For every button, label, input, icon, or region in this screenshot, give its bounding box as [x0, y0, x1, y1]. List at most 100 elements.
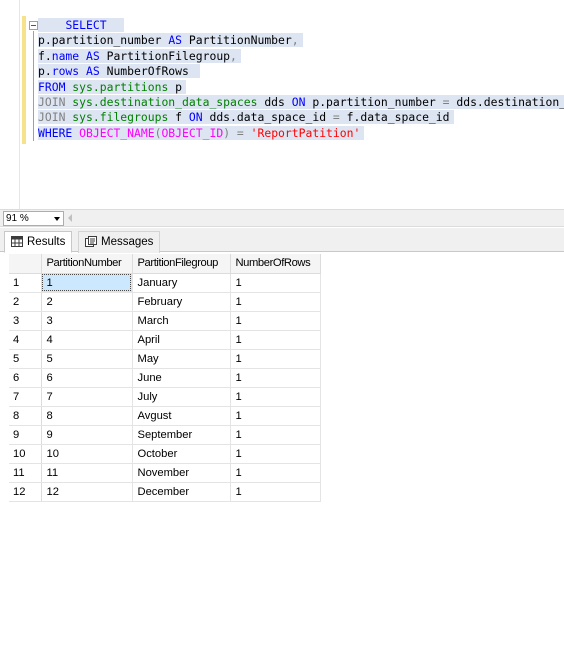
grid-cell[interactable]: September — [132, 425, 231, 445]
table-row: 7 7 July 1 — [9, 387, 321, 407]
collapse-icon[interactable] — [29, 21, 38, 30]
code-token: sys.partitions — [72, 79, 169, 94]
code-token: ON — [188, 110, 203, 125]
code-line[interactable]: f.name AS PartitionFilegroup, — [38, 48, 564, 64]
row-number[interactable]: 10 — [9, 444, 42, 464]
column-header[interactable]: PartitionNumber — [41, 254, 133, 274]
tab-messages-label: Messages — [101, 236, 154, 248]
grid-cell[interactable]: 11 — [41, 463, 133, 483]
scroll-left-arrow-icon[interactable] — [68, 214, 72, 222]
code-line[interactable]: p.rows AS NumberOfRows — [38, 64, 564, 79]
grid-cell[interactable]: 6 — [41, 368, 133, 388]
code-token: AS — [86, 48, 100, 63]
code-line[interactable]: WHERE OBJECT_NAME(OBJECT_ID) = 'ReportPa… — [38, 125, 564, 141]
column-header[interactable]: PartitionFilegroup — [132, 254, 231, 274]
grid-cell[interactable]: 1 — [230, 349, 321, 369]
grid-cell[interactable]: 1 — [230, 406, 321, 426]
code-line[interactable]: JOIN sys.filegroups f ON dds.data_space_… — [38, 110, 564, 125]
grid-cell[interactable]: 1 — [41, 273, 133, 293]
code-token: AS — [86, 64, 100, 79]
code-line[interactable]: JOIN sys.destination_data_spaces dds ON … — [38, 94, 564, 110]
selected-text: JOIN sys.filegroups f ON dds.data_space_… — [38, 110, 454, 125]
code-line[interactable]: p.partition_number AS PartitionNumber, — [38, 33, 564, 48]
grid-header-row: PartitionNumber PartitionFilegroup Numbe… — [9, 254, 321, 274]
code-token: 'ReportPatition' — [250, 125, 361, 140]
grid-cell[interactable]: March — [132, 311, 231, 331]
row-number[interactable]: 9 — [9, 425, 42, 445]
code-token: f. — [38, 48, 52, 63]
grid-cell[interactable]: 9 — [41, 425, 133, 445]
row-number[interactable]: 1 — [9, 273, 42, 293]
code-token: = — [442, 94, 450, 109]
grid-corner[interactable] — [9, 254, 42, 274]
row-number[interactable]: 5 — [9, 349, 42, 369]
grid-cell[interactable]: 10 — [41, 444, 133, 464]
grid-cell[interactable]: October — [132, 444, 231, 464]
grid-cell[interactable]: 3 — [41, 311, 133, 331]
selected-text: WHERE OBJECT_NAME(OBJECT_ID) = 'ReportPa… — [38, 125, 365, 140]
selected-text: JOIN sys.destination_data_spaces dds ON … — [38, 94, 564, 109]
code-token: OBJECT_NAME — [79, 125, 155, 140]
row-number[interactable]: 12 — [9, 482, 42, 502]
row-number[interactable]: 6 — [9, 368, 42, 388]
zoom-select[interactable]: 91 % — [3, 211, 64, 226]
grid-cell[interactable]: February — [132, 292, 231, 312]
grid-cell[interactable]: 1 — [230, 387, 321, 407]
grid-cell[interactable]: 2 — [41, 292, 133, 312]
row-number[interactable]: 8 — [9, 406, 42, 426]
grid-cell[interactable]: Avgust — [132, 406, 231, 426]
code-line[interactable]: FROM sys.partitions p — [38, 79, 564, 95]
code-token: p. — [38, 64, 52, 79]
table-row: 6 6 June 1 — [9, 368, 321, 388]
code-token: PartitionFilegroup — [99, 48, 231, 63]
tab-results[interactable]: Results — [4, 231, 73, 253]
grid-cell[interactable]: January — [132, 273, 231, 293]
row-number[interactable]: 11 — [9, 463, 42, 483]
grid-cell[interactable]: 8 — [41, 406, 133, 426]
row-number[interactable]: 3 — [9, 311, 42, 331]
code-token: p.partition_number — [38, 33, 169, 48]
grid-cell[interactable]: 1 — [230, 368, 321, 388]
grid-cell[interactable]: May — [132, 349, 231, 369]
column-header[interactable]: NumberOfRows — [230, 254, 321, 274]
grid-cell[interactable]: 1 — [230, 292, 321, 312]
grid-cell[interactable]: July — [132, 387, 231, 407]
grid-cell[interactable]: 1 — [230, 273, 321, 293]
grid-cell[interactable]: November — [132, 463, 231, 483]
code-token: dds.data_space_id — [202, 110, 333, 125]
grid-cell[interactable]: 1 — [230, 463, 321, 483]
grid-cell[interactable]: 1 — [230, 425, 321, 445]
code-token: = — [236, 125, 244, 140]
row-number[interactable]: 2 — [9, 292, 42, 312]
table-row: 5 5 May 1 — [9, 349, 321, 369]
row-number[interactable]: 4 — [9, 330, 42, 350]
grid-cell[interactable]: 1 — [230, 482, 321, 502]
chevron-down-icon[interactable] — [54, 217, 60, 221]
grid-cell[interactable]: June — [132, 368, 231, 388]
code-token: = — [332, 110, 340, 125]
code-token: ON — [291, 94, 306, 109]
grid-cell[interactable]: December — [132, 482, 231, 502]
grid-cell[interactable]: 12 — [41, 482, 133, 502]
code-line[interactable]: SELECT — [38, 18, 564, 33]
grid-cell[interactable]: 5 — [41, 349, 133, 369]
grid-cell[interactable]: 1 — [230, 311, 321, 331]
grid-cell[interactable]: 4 — [41, 330, 133, 350]
grid-cell[interactable]: April — [132, 330, 231, 350]
row-number[interactable]: 7 — [9, 387, 42, 407]
sql-code[interactable]: SELECT p.partition_number AS PartitionNu… — [38, 18, 564, 141]
table-row: 10 10 October 1 — [9, 444, 321, 464]
grid-cell[interactable]: 1 — [230, 444, 321, 464]
query-editor[interactable]: SELECT p.partition_number AS PartitionNu… — [0, 0, 564, 209]
tab-messages[interactable]: Messages — [78, 231, 161, 253]
table-row: 1 1 January 1 — [9, 273, 321, 293]
code-token: , — [291, 33, 299, 48]
grid-cell[interactable]: 7 — [41, 387, 133, 407]
grid-cell[interactable]: 1 — [230, 330, 321, 350]
